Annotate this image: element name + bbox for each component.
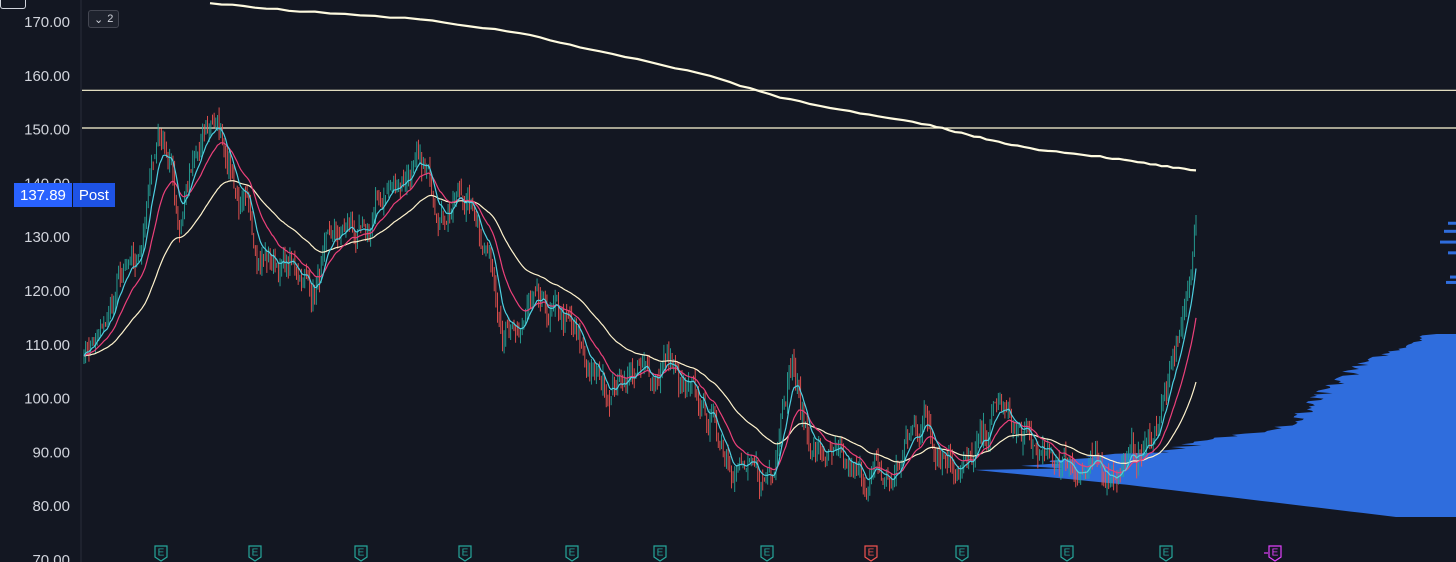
chevron-down-icon: ⌄ <box>94 13 104 26</box>
earnings-marker[interactable]: E <box>248 545 262 562</box>
indicators-toggle[interactable]: ⌄ 2 <box>88 10 120 28</box>
earnings-marker[interactable]: E <box>565 545 579 562</box>
earnings-label: E <box>1272 548 1279 559</box>
y-tick-label: 70.00 <box>32 552 70 562</box>
volume-profile-bin <box>1444 229 1456 233</box>
earnings-marker[interactable]: E <box>458 545 472 562</box>
earnings-marker[interactable]: E <box>955 545 969 562</box>
earnings-marker[interactable]: E <box>1159 545 1173 562</box>
y-axis-labels: 170.00160.00150.00140.00130.00120.00110.… <box>24 14 70 562</box>
session-label: Post <box>72 183 115 207</box>
y-tick-label: 120.00 <box>24 283 70 300</box>
volume-profile-bin <box>1448 221 1456 225</box>
pane-corner-tab[interactable] <box>0 0 26 9</box>
y-tick-label: 80.00 <box>32 498 70 515</box>
earnings-label: E <box>569 548 576 559</box>
earnings-marker[interactable]: E <box>864 545 878 562</box>
volume-profile-bin <box>1448 251 1456 255</box>
horizontal-levels[interactable] <box>82 89 1456 129</box>
candles <box>83 107 1197 502</box>
earnings-label: E <box>959 548 966 559</box>
y-tick-label: 150.00 <box>24 122 70 139</box>
earnings-marker[interactable]: E <box>1060 545 1074 562</box>
y-tick-label: 160.00 <box>24 68 70 85</box>
volume-profile-bin <box>1450 275 1456 279</box>
volume-profile-bin <box>1446 280 1456 284</box>
earnings-label: E <box>358 548 365 559</box>
earnings-label: E <box>1064 548 1071 559</box>
earnings-label: E <box>462 548 469 559</box>
earnings-marker[interactable]: E <box>354 545 368 562</box>
indicator-count: 2 <box>107 13 114 25</box>
moving-averages <box>83 2 1197 481</box>
y-tick-label: 90.00 <box>32 444 70 461</box>
long-term-average-line <box>209 2 1197 172</box>
earnings-marker[interactable]: E <box>154 545 168 562</box>
earnings-marker[interactable]: E <box>1264 545 1282 562</box>
y-tick-label: 170.00 <box>24 14 70 31</box>
earnings-label: E <box>657 548 664 559</box>
earnings-markers[interactable]: EEEEEEEEEEEE <box>154 545 1282 562</box>
y-tick-label: 110.00 <box>25 337 70 354</box>
y-tick-label: 130.00 <box>24 229 70 246</box>
earnings-label: E <box>1163 548 1170 559</box>
last-price-value: 137.89 <box>14 183 72 207</box>
earnings-marker[interactable]: E <box>653 545 667 562</box>
earnings-label: E <box>252 548 259 559</box>
earnings-marker[interactable]: E <box>760 545 774 562</box>
earnings-label: E <box>868 548 875 559</box>
earnings-label: E <box>764 548 771 559</box>
volume-profile-bin <box>1440 240 1456 244</box>
y-tick-label: 100.00 <box>24 391 70 408</box>
earnings-label: E <box>158 548 165 559</box>
last-price-tag: 137.89 Post <box>14 183 115 207</box>
volume-profile-body <box>974 334 1456 517</box>
price-chart[interactable]: 170.00160.00150.00140.00130.00120.00110.… <box>0 0 1456 562</box>
volume-profile <box>974 221 1456 517</box>
